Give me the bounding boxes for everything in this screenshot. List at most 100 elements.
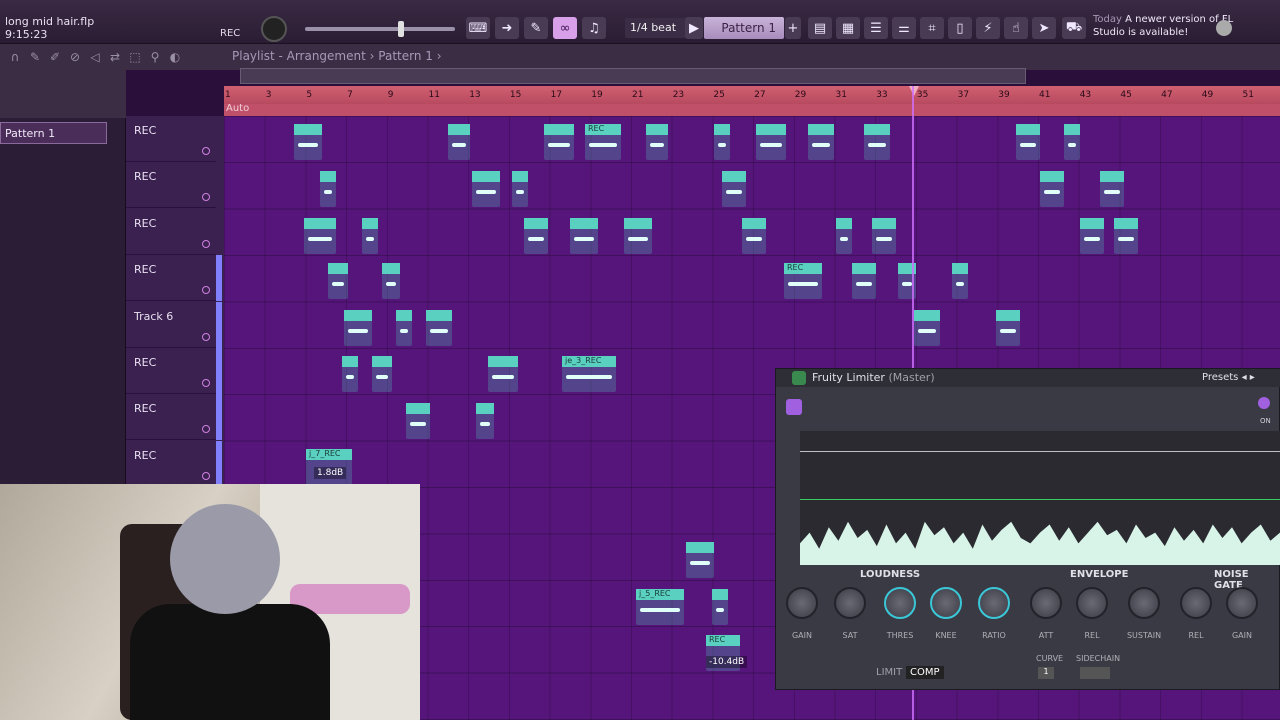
sustain-knob[interactable]	[1128, 587, 1160, 619]
audio-clip[interactable]	[1114, 218, 1138, 254]
export-icon[interactable]: ➤	[1032, 17, 1056, 39]
slider-thumb[interactable]	[398, 21, 404, 37]
audio-clip[interactable]	[382, 263, 400, 299]
keyboard-icon[interactable]: ⌨	[466, 17, 490, 39]
audio-clip[interactable]	[1064, 124, 1080, 160]
release-knob[interactable]	[1076, 587, 1108, 619]
audio-clip[interactable]	[646, 124, 668, 160]
master-volume-knob[interactable]	[261, 16, 287, 42]
audio-clip[interactable]	[362, 218, 378, 254]
slip-icon[interactable]: ⇄	[108, 50, 122, 64]
master-pitch-slider[interactable]	[305, 27, 455, 31]
attack-knob[interactable]	[1030, 587, 1062, 619]
audio-clip[interactable]	[570, 218, 598, 254]
audio-clip[interactable]	[544, 124, 574, 160]
touch-icon[interactable]: ☝	[1004, 17, 1028, 39]
track-header[interactable]: REC	[126, 209, 216, 255]
audio-clip[interactable]: je_3_REC	[562, 356, 616, 392]
track-header[interactable]: Track 6	[126, 302, 216, 348]
audio-clip[interactable]	[524, 218, 548, 254]
pencil-icon[interactable]: ✎	[28, 50, 42, 64]
audio-clip[interactable]	[472, 171, 500, 207]
metronome-icon[interactable]: ♫	[582, 17, 606, 39]
audio-clip[interactable]	[836, 218, 852, 254]
audio-clip[interactable]	[852, 263, 876, 299]
magnet-icon[interactable]: ∩	[8, 50, 22, 64]
track-select-dot[interactable]	[202, 286, 210, 295]
track-header[interactable]: REC	[126, 255, 216, 302]
audio-clip[interactable]	[756, 124, 786, 160]
audio-clip[interactable]	[712, 589, 728, 625]
audio-clip[interactable]	[1016, 124, 1040, 160]
track-header[interactable]: REC	[126, 348, 216, 394]
audio-clip[interactable]	[872, 218, 896, 254]
track-select-dot[interactable]	[202, 193, 210, 202]
piano-roll-icon[interactable]: ▦	[836, 17, 860, 39]
track-header[interactable]: REC	[126, 162, 216, 209]
power-icon[interactable]	[1258, 397, 1270, 409]
audio-clip[interactable]	[914, 310, 940, 346]
globe-icon[interactable]	[1216, 20, 1232, 36]
audio-clip[interactable]	[996, 310, 1020, 346]
sidechain-select[interactable]	[1080, 667, 1110, 679]
mode-limit-button[interactable]: LIMIT	[876, 667, 902, 678]
select-icon[interactable]: ⬚	[128, 50, 142, 64]
arrow-right-icon[interactable]: ➜	[495, 17, 519, 39]
mute-icon[interactable]: ◁	[88, 50, 102, 64]
track-header[interactable]: REC	[126, 116, 216, 162]
audio-clip[interactable]	[742, 218, 766, 254]
mixer-icon[interactable]: ⚌	[892, 17, 916, 39]
cart-icon[interactable]: ⛟	[1062, 17, 1086, 39]
audio-clip[interactable]	[328, 263, 348, 299]
mode-comp-button[interactable]: COMP	[906, 666, 944, 679]
presets-button[interactable]: Presets ◂ ▸	[1202, 372, 1255, 383]
knee-knob[interactable]	[930, 587, 962, 619]
audio-clip[interactable]	[476, 403, 494, 439]
playback-icon[interactable]: ◐	[168, 50, 182, 64]
audio-clip[interactable]	[808, 124, 834, 160]
gain-knob[interactable]	[786, 587, 818, 619]
gate-gain-knob[interactable]	[1226, 587, 1258, 619]
browser-icon[interactable]: ⌗	[920, 17, 944, 39]
audio-clip[interactable]	[952, 263, 968, 299]
playlist-icon[interactable]: ▤	[808, 17, 832, 39]
audio-clip[interactable]	[1040, 171, 1064, 207]
audio-clip[interactable]	[686, 542, 714, 578]
zoom-icon[interactable]: ⚲	[148, 50, 162, 64]
audio-clip[interactable]: REC	[784, 263, 822, 299]
section-envelope[interactable]: ENVELOPE	[1070, 569, 1128, 580]
audio-clip[interactable]	[344, 310, 372, 346]
paint-icon[interactable]: ✐	[48, 50, 62, 64]
section-loudness[interactable]: LOUDNESS	[860, 569, 920, 580]
audio-clip[interactable]	[722, 171, 746, 207]
audio-clip[interactable]	[304, 218, 336, 254]
audio-clip[interactable]	[512, 171, 528, 207]
audio-clip[interactable]	[372, 356, 392, 392]
audio-clip[interactable]	[864, 124, 890, 160]
audio-clip[interactable]	[1100, 171, 1124, 207]
track-header[interactable]: REC	[126, 441, 216, 487]
track-select-dot[interactable]	[202, 379, 210, 387]
pattern-list-item[interactable]: Pattern 1	[0, 122, 107, 144]
channel-rack-icon[interactable]: ☰	[864, 17, 888, 39]
threshold-knob[interactable]	[884, 587, 916, 619]
audio-clip[interactable]	[426, 310, 452, 346]
file-icon[interactable]: ▯	[948, 17, 972, 39]
audio-clip[interactable]	[714, 124, 730, 160]
track-select-dot[interactable]	[202, 425, 210, 434]
pattern-selector[interactable]: Pattern 1	[704, 17, 784, 39]
link-icon[interactable]: ∞	[553, 17, 577, 39]
audio-clip[interactable]	[320, 171, 336, 207]
track-header[interactable]: REC	[126, 394, 216, 441]
delete-icon[interactable]: ⊘	[68, 50, 82, 64]
brush-icon[interactable]: ✎	[524, 17, 548, 39]
track-select-dot[interactable]	[202, 147, 210, 155]
audio-clip[interactable]	[624, 218, 652, 254]
threshold-line[interactable]	[800, 499, 1280, 500]
track-select-dot[interactable]	[202, 332, 210, 341]
play-arrow-icon[interactable]: ▶	[685, 17, 703, 39]
sat-knob[interactable]	[834, 587, 866, 619]
audio-clip[interactable]: j_5_REC	[636, 589, 684, 625]
audio-clip[interactable]	[1080, 218, 1104, 254]
playlist-overview-scrollbar[interactable]	[240, 68, 1026, 84]
